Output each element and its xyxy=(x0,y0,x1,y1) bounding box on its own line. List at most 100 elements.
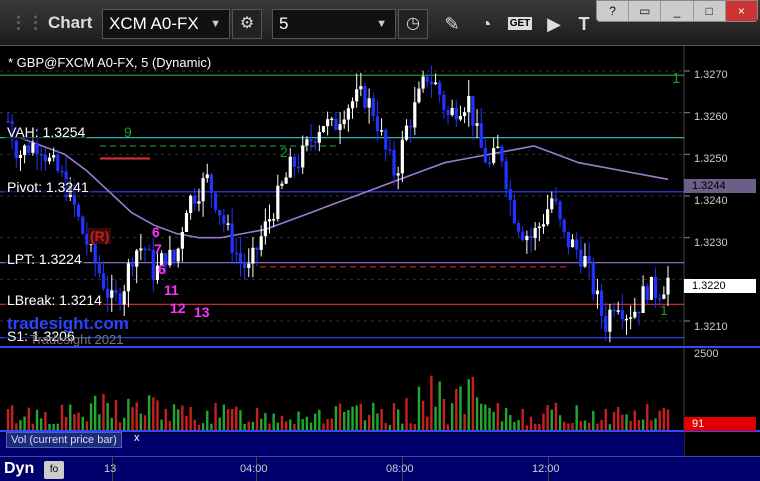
price-axis-label: 1.3230 xyxy=(694,237,728,249)
play-icon[interactable]: ▶ xyxy=(540,9,568,39)
candle-body xyxy=(483,147,487,163)
volume-bar xyxy=(48,424,51,430)
candle-body xyxy=(147,248,151,251)
candle-body xyxy=(454,107,458,120)
volume-bar xyxy=(206,410,209,430)
volume-bar xyxy=(529,416,533,430)
volume-axis-label: 2500 xyxy=(694,348,719,360)
mode-label[interactable]: Dyn xyxy=(4,460,34,478)
close-icon[interactable]: x xyxy=(134,432,140,444)
candle-body xyxy=(23,145,27,155)
restore-button[interactable]: ▭ xyxy=(629,1,662,21)
clock-icon[interactable]: ◷ xyxy=(398,9,428,39)
help-button[interactable]: ? xyxy=(597,1,630,21)
chevron-down-icon: ▼ xyxy=(210,18,221,30)
volume-bar xyxy=(35,409,39,430)
candle-body xyxy=(201,178,205,202)
get-icon[interactable]: GET xyxy=(506,9,534,39)
volume-bar xyxy=(550,409,553,430)
candle-body xyxy=(570,239,575,248)
candle-body xyxy=(438,82,442,95)
price-axis-label: 1.3250 xyxy=(694,153,728,165)
price-axis-label: 1.3210 xyxy=(694,321,728,333)
candle-body xyxy=(479,123,483,148)
candle-body xyxy=(81,216,85,234)
volume-bar xyxy=(438,381,441,430)
candle-body xyxy=(662,294,666,299)
count-label: 7 xyxy=(154,241,162,257)
volume-bar xyxy=(181,405,184,430)
candle-body xyxy=(384,130,388,150)
volume-bar xyxy=(40,418,43,430)
volume-bar xyxy=(247,421,250,430)
candle-body xyxy=(579,249,583,267)
volume-bar xyxy=(563,421,566,430)
candle-body xyxy=(508,188,512,201)
maximize-button[interactable]: □ xyxy=(694,1,726,21)
candle-body xyxy=(272,219,276,221)
mode-button[interactable]: fo xyxy=(44,461,64,479)
candle-body xyxy=(234,252,238,255)
candle-body xyxy=(35,142,39,155)
volume-bar xyxy=(6,409,10,430)
volume-bar xyxy=(293,423,296,430)
text-icon[interactable]: T xyxy=(570,9,598,39)
candle-body xyxy=(649,276,653,300)
candle-body xyxy=(371,98,375,117)
volume-bar xyxy=(355,405,358,430)
chart-area[interactable]: * GBP@FXCM A0-FX, 5 (Dynamic) VAH: 1.325… xyxy=(0,46,760,481)
symbol-selector[interactable]: XCM A0-FX ▼ xyxy=(102,9,230,39)
volume-bar xyxy=(471,376,475,430)
candle-body xyxy=(641,286,645,313)
candle-body xyxy=(143,248,147,250)
volume-bar xyxy=(131,406,134,430)
time-axis-bar: Dyn fo 13 04:00 08:00 12:00 xyxy=(0,456,760,481)
volume-bar xyxy=(73,414,76,430)
indicator-icon[interactable]: ◔ xyxy=(472,9,500,39)
interval-selector[interactable]: 5 ▼ xyxy=(272,9,396,39)
volume-bar xyxy=(592,410,595,430)
volume-bar xyxy=(401,423,404,430)
volume-bar xyxy=(309,422,313,430)
candle-body xyxy=(247,263,251,268)
volume-bar xyxy=(10,405,14,430)
volume-bar xyxy=(152,397,155,430)
close-button[interactable]: × xyxy=(725,1,758,21)
candle-body xyxy=(608,309,612,332)
symbol-value: XCM A0-FX xyxy=(109,14,199,33)
settings-icon[interactable]: ⚙ xyxy=(232,9,262,39)
candle-body xyxy=(587,255,591,263)
volume-bar xyxy=(284,421,288,430)
candle-body xyxy=(612,309,616,312)
menu-dots-icon[interactable]: ⋮⋮ xyxy=(10,13,44,32)
candle-body xyxy=(620,310,624,320)
volume-bar xyxy=(650,420,653,430)
candle-body xyxy=(633,311,637,318)
minimize-button[interactable]: _ xyxy=(661,1,694,21)
volume-bar xyxy=(297,411,300,430)
candle-body xyxy=(27,145,31,153)
volume-bar xyxy=(338,403,342,430)
candle-body xyxy=(255,247,259,250)
price-chart[interactable] xyxy=(0,46,760,481)
candle-body xyxy=(97,262,101,274)
volume-bar xyxy=(89,403,93,430)
volume-bar xyxy=(243,424,246,430)
volume-bar xyxy=(567,423,570,430)
volume-bar xyxy=(600,419,603,430)
volume-bar xyxy=(77,412,80,430)
volume-bar xyxy=(658,410,661,430)
pencil-icon[interactable]: ✎ xyxy=(438,9,466,39)
volume-bar xyxy=(546,405,549,430)
candle-body xyxy=(106,288,110,298)
candle-body xyxy=(533,228,537,239)
volume-bar xyxy=(197,424,201,430)
candle-body xyxy=(93,241,97,263)
green-count-label: 1 xyxy=(672,70,681,87)
candle-body xyxy=(101,273,106,289)
volume-legend[interactable]: Vol (current price bar) xyxy=(6,432,122,448)
candle-body xyxy=(446,110,450,116)
candle-body xyxy=(267,219,272,222)
candle-body xyxy=(342,119,346,125)
candle-body xyxy=(276,185,280,220)
